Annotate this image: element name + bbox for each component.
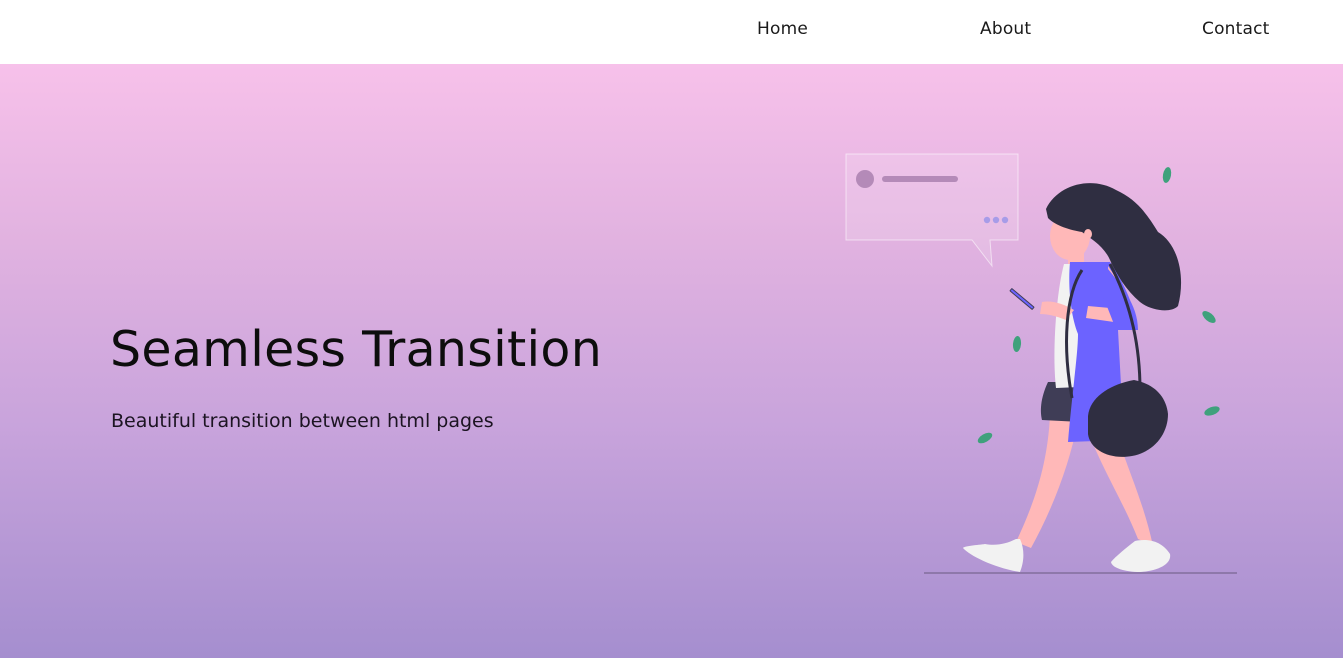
woman-walking-illustration: [845, 153, 1237, 574]
hero-title: Seamless Transition: [110, 321, 603, 378]
nav-link-home[interactable]: Home: [757, 19, 808, 39]
nav-link-about[interactable]: About: [980, 19, 1031, 39]
chat-bubble-icon: [845, 153, 1019, 268]
hero-subtitle: Beautiful transition between html pages: [111, 410, 494, 432]
top-navbar: Home About Contact: [0, 0, 1343, 64]
nav-link-contact[interactable]: Contact: [1202, 19, 1270, 39]
hero-section: Seamless Transition Beautiful transition…: [0, 64, 1343, 658]
